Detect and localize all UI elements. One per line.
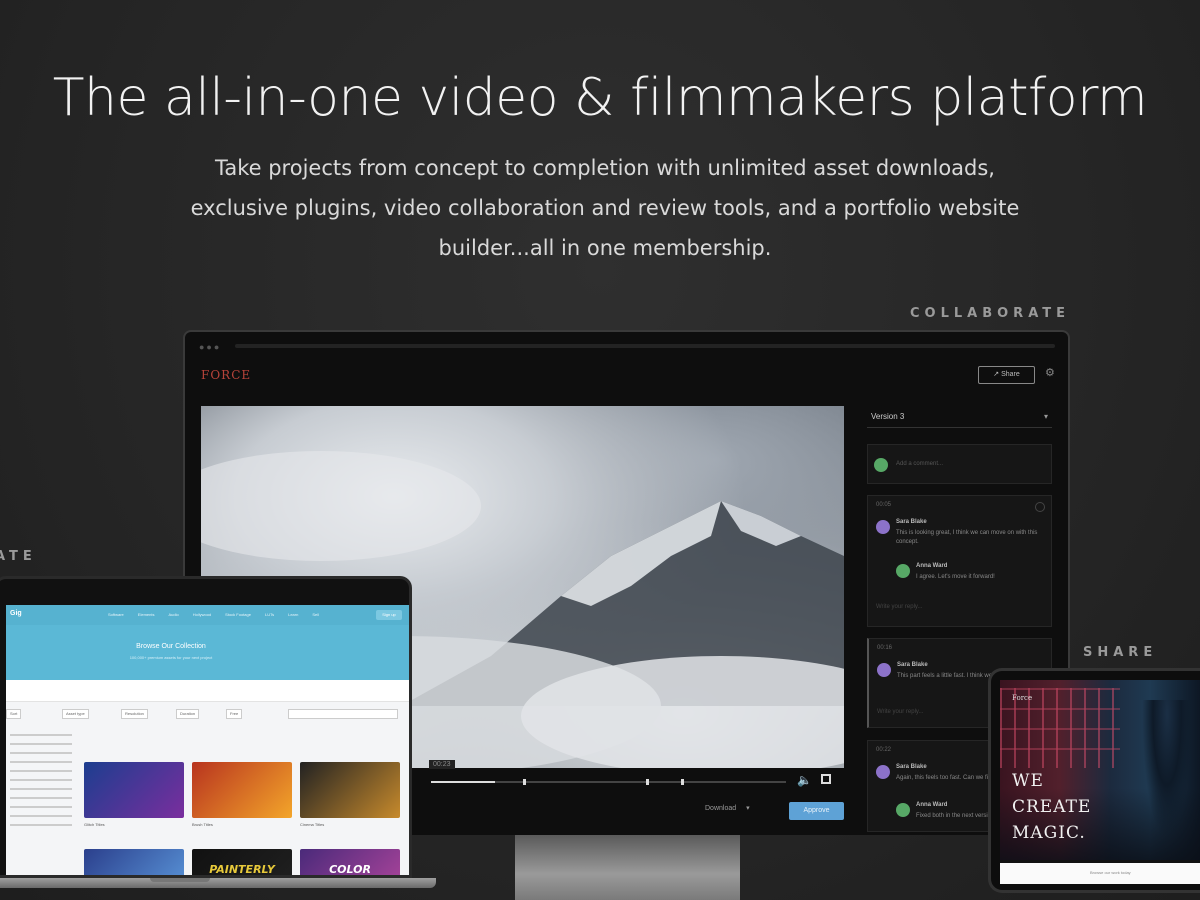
asset-thumbnail[interactable]: COLOR TRANSITIONS xyxy=(300,849,400,875)
search-input[interactable] xyxy=(288,709,398,719)
portfolio-footer-link[interactable]: Browse our work today xyxy=(1090,870,1131,875)
hero-subtitle: Take projects from concept to completion… xyxy=(190,156,1020,260)
filter-sort[interactable]: Sort xyxy=(6,709,22,719)
thumbnail-title: PAINTERLY TITLES xyxy=(209,863,275,875)
comment-author: Sara Blake xyxy=(896,764,927,770)
asset-thumbnail[interactable] xyxy=(84,762,184,818)
comment-author: Sara Blake xyxy=(897,662,928,668)
version-label: Version 3 xyxy=(871,412,905,421)
nav-item[interactable]: Hollywood xyxy=(193,612,211,617)
headline-line: WE xyxy=(1012,771,1044,791)
asset-caption: Glitch Titles xyxy=(84,822,105,827)
avatar xyxy=(896,564,910,578)
download-button[interactable]: Download ▾ xyxy=(705,804,750,812)
headline-line: MAGIC. xyxy=(1012,823,1086,843)
site-logo[interactable]: Gig xyxy=(10,610,22,617)
laptop-navbar: Gig Software Elements Audio Hollywood Stock … xyxy=(6,605,409,625)
filter-resolution[interactable]: Resolution xyxy=(121,709,148,719)
approve-button[interactable]: Approve xyxy=(789,802,844,820)
collection-hero: Browse Our Collection 100,000+ premium a… xyxy=(6,625,409,680)
asset-caption: Brush Titles xyxy=(192,822,213,827)
tablet-screen: Force WE CREATE MAGIC. Browse our work t… xyxy=(1000,680,1200,884)
address-bar xyxy=(235,344,1055,348)
asset-thumbnail[interactable] xyxy=(300,762,400,818)
filter-free[interactable]: Free xyxy=(226,709,243,719)
nav-menu: Software Elements Audio Hollywood Stock Foot… xyxy=(108,612,319,617)
download-label: Download xyxy=(705,805,737,812)
nav-item[interactable]: LUTs xyxy=(265,612,274,617)
signup-button[interactable]: Sign up xyxy=(376,610,402,620)
portfolio-footer: Browse our work today xyxy=(1000,863,1200,884)
comment-input[interactable]: Add a comment... xyxy=(867,444,1052,484)
collaborate-label: COLLABORATE xyxy=(910,306,1070,321)
tablet-frame: Force WE CREATE MAGIC. Browse our work t… xyxy=(988,668,1200,893)
filter-duration[interactable]: Duration xyxy=(176,709,200,719)
avatar xyxy=(874,458,888,472)
share-button[interactable]: ↗ Share xyxy=(978,366,1035,384)
headline-line: CREATE xyxy=(1012,797,1092,817)
chevron-down-icon: ▾ xyxy=(1043,412,1048,421)
category-sidebar xyxy=(6,727,76,833)
asset-caption: Cinema Titles xyxy=(300,822,325,827)
reply-text: I agree. Let's move it forward! xyxy=(916,574,995,580)
hero-title: The all-in-one video & filmmakers platfo… xyxy=(52,68,1148,128)
force-logo: FORCE xyxy=(201,368,252,382)
scrubber[interactable] xyxy=(431,779,786,785)
asset-thumbnail[interactable]: PAINTERLY TITLES xyxy=(192,849,292,875)
version-select[interactable]: Version 3 ▾ xyxy=(867,408,1052,428)
thread-timecode: 00:05 xyxy=(876,502,892,508)
thumbnail-title: COLOR TRANSITIONS xyxy=(329,863,371,875)
reply-author: Anna Ward xyxy=(916,802,948,808)
fullscreen-icon[interactable] xyxy=(821,774,831,784)
nav-item[interactable]: Software xyxy=(108,612,124,617)
filter-asset-type[interactable]: Asset type xyxy=(62,709,89,719)
monitor-stand xyxy=(515,835,740,900)
comment-author: Sara Blake xyxy=(896,519,927,525)
reply-hint[interactable]: Write your reply... xyxy=(877,709,923,715)
collection-subtitle: 100,000+ premium assets for your next pr… xyxy=(129,655,213,660)
nav-item[interactable]: Learn xyxy=(288,612,298,617)
comment-marker[interactable] xyxy=(523,779,526,785)
nav-item[interactable]: Audio xyxy=(168,612,178,617)
laptop-frame: Gig Software Elements Audio Hollywood Stock … xyxy=(0,576,412,878)
resolve-icon[interactable] xyxy=(1035,502,1045,512)
reply-hint[interactable]: Write your reply... xyxy=(876,604,922,610)
comment-placeholder: Add a comment... xyxy=(896,461,944,467)
share-label: SHARE xyxy=(1083,645,1158,660)
comment-text: This is looking great, I think we can mo… xyxy=(896,530,1038,545)
asset-thumbnail[interactable] xyxy=(84,849,184,875)
comment-thread[interactable]: 00:05 Sara Blake This is looking great, … xyxy=(867,495,1052,627)
laptop-screen: Gig Software Elements Audio Hollywood Stock … xyxy=(6,605,409,875)
category-tabs xyxy=(6,680,409,702)
reply-author: Anna Ward xyxy=(916,563,948,569)
collection-title: Browse Our Collection xyxy=(136,643,206,650)
avatar xyxy=(876,765,890,779)
thread-timecode: 00:22 xyxy=(876,747,892,753)
nav-item[interactable]: Stock Footage xyxy=(225,612,251,617)
nav-item[interactable]: Sell xyxy=(312,612,319,617)
portfolio-headline: WE CREATE MAGIC. xyxy=(1012,768,1091,846)
volume-icon[interactable]: 🔈 xyxy=(797,773,812,787)
thread-timecode: 00:16 xyxy=(877,645,893,651)
asset-thumbnail[interactable] xyxy=(192,762,292,818)
share-button-label: Share xyxy=(1001,371,1020,378)
avatar xyxy=(896,803,910,817)
comment-marker[interactable] xyxy=(646,779,649,785)
scrubber-progress xyxy=(431,781,495,783)
laptop-base xyxy=(0,878,436,888)
create-label: ATE xyxy=(0,549,37,564)
portfolio-logo[interactable]: Force xyxy=(1012,694,1032,702)
nav-item[interactable]: Elements xyxy=(138,612,155,617)
settings-icon[interactable]: ⚙ xyxy=(1045,366,1055,379)
avatar xyxy=(876,520,890,534)
chevron-down-icon: ▾ xyxy=(746,805,750,812)
window-dots-icon: ●●● xyxy=(199,342,222,352)
comment-marker[interactable] xyxy=(681,779,684,785)
laptop-notch xyxy=(150,878,210,882)
timecode: 00:23 xyxy=(429,760,455,769)
avatar xyxy=(877,663,891,677)
filter-bar: Sort Asset type Resolution Duration Free xyxy=(6,707,409,721)
